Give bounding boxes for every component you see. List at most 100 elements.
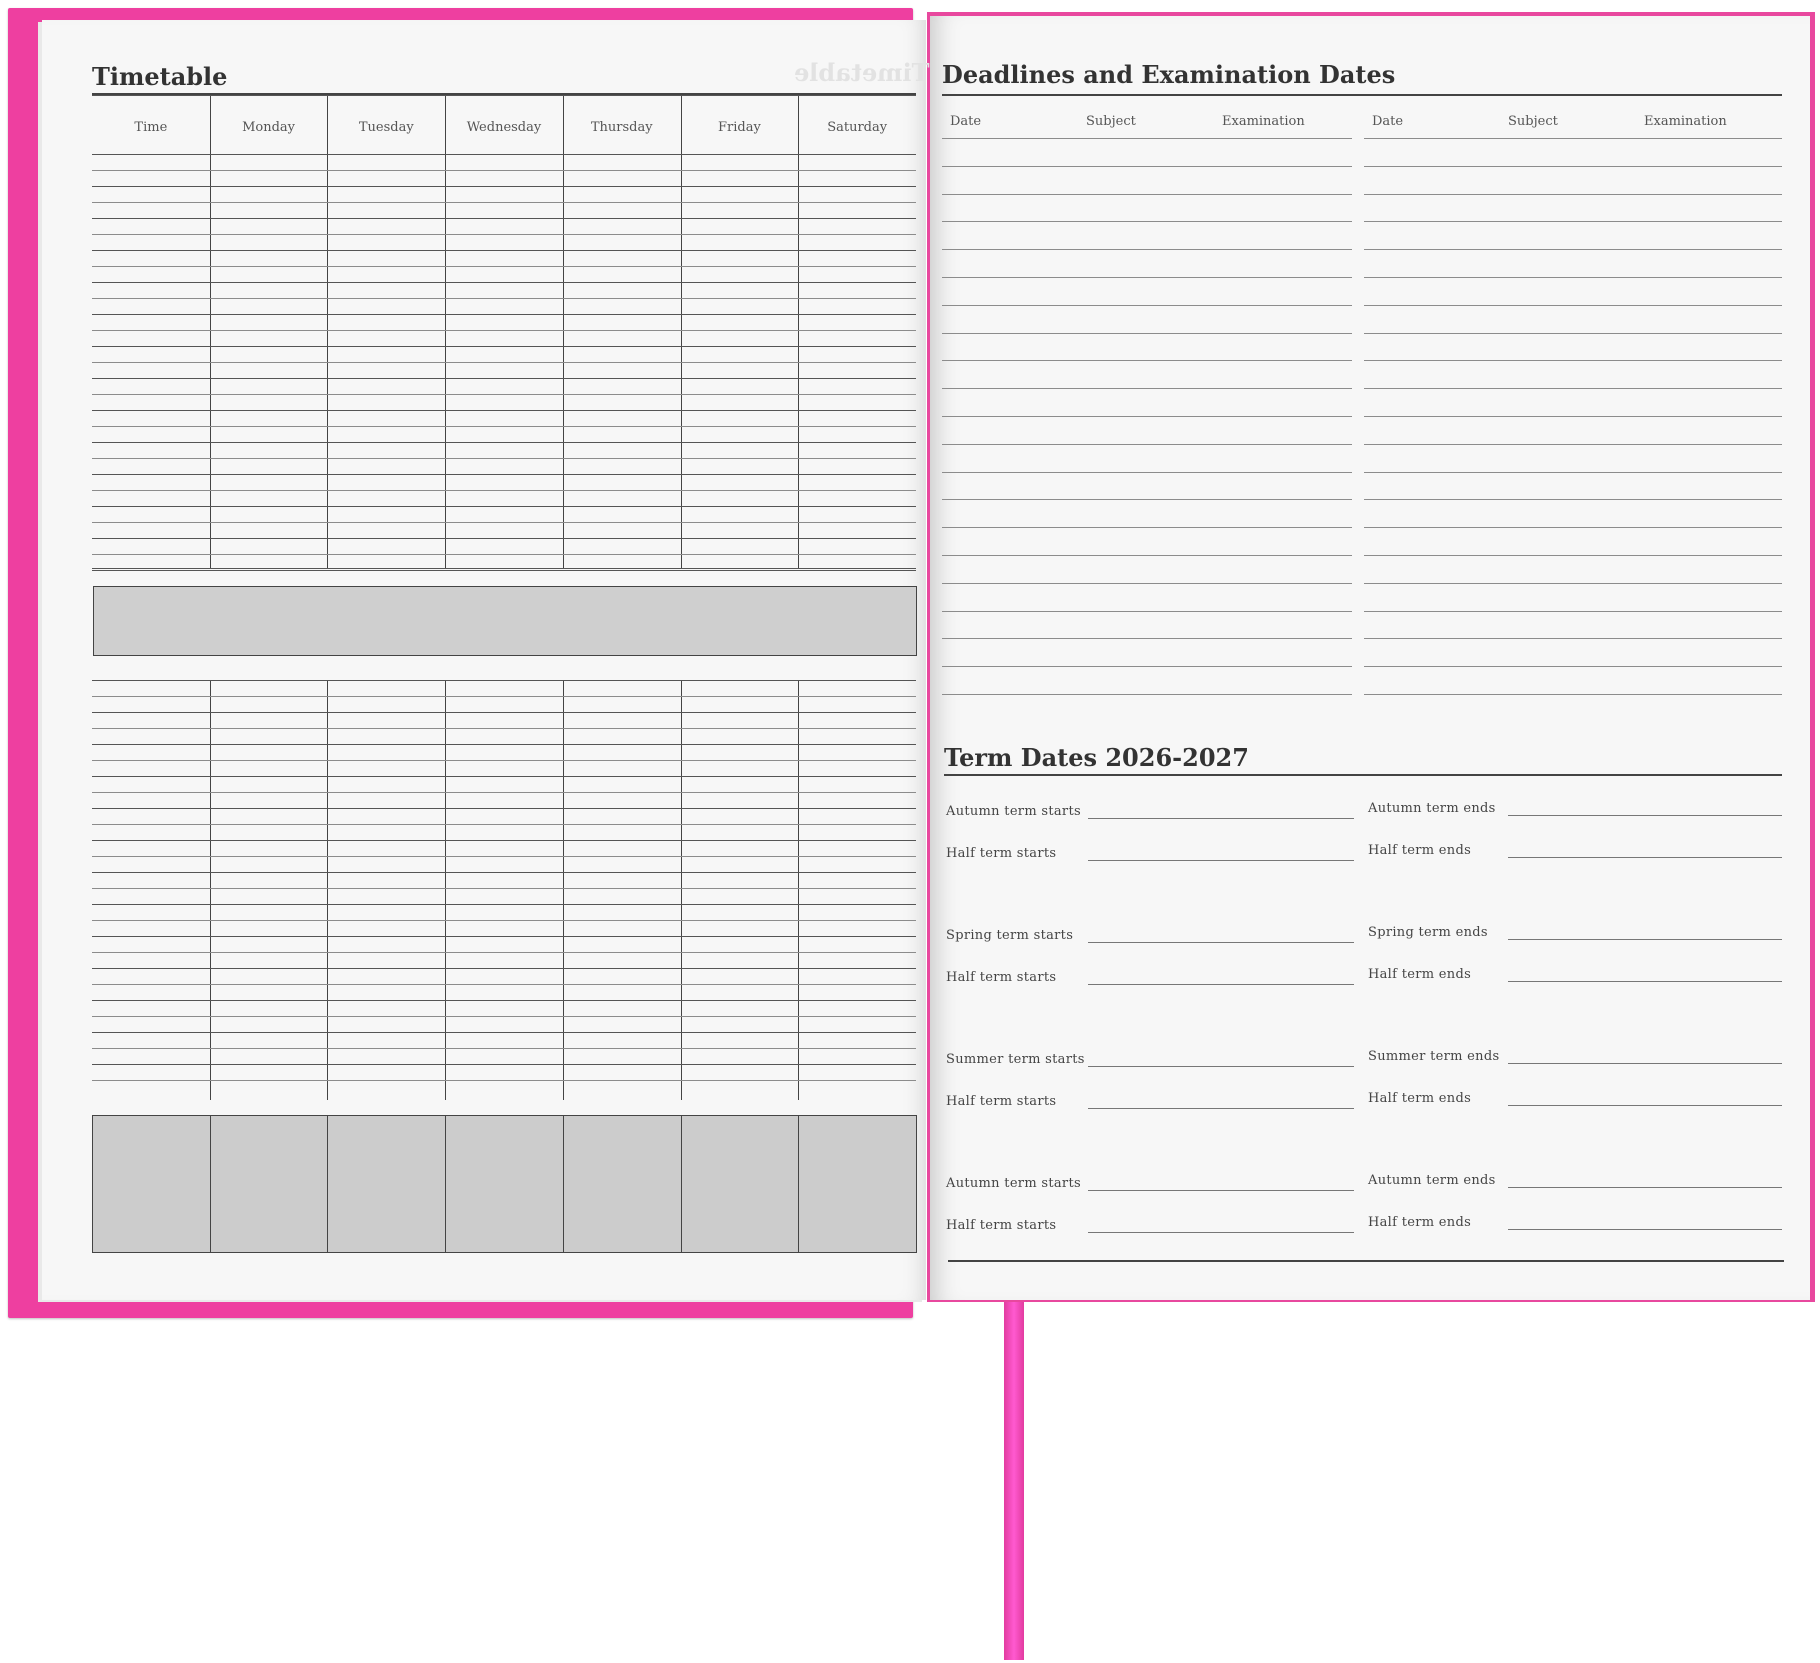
deadline-ruled-line: [942, 555, 1352, 556]
deadline-column-header: Subject: [1086, 114, 1136, 129]
deadline-ruled-line: [942, 666, 1352, 667]
deadline-ruled-line: [1364, 221, 1782, 222]
term-start-line: [1088, 1108, 1354, 1109]
term-start-label: Half term starts: [946, 1094, 1057, 1109]
deadline-ruled-line: [1364, 138, 1782, 139]
deadline-ruled-line: [942, 138, 1352, 139]
term-start-line: [1088, 1232, 1354, 1233]
term-end-label: Half term ends: [1368, 843, 1472, 858]
term-start-label: Summer term starts: [946, 1052, 1085, 1067]
timetable-row-line: [92, 154, 916, 155]
term-end-label: Summer term ends: [1368, 1049, 1500, 1064]
timetable-row-subline: [92, 202, 916, 203]
timetable-row-subline: [92, 426, 916, 427]
timetable-column-header: Tuesday: [358, 120, 414, 135]
timetable-row-subline: [92, 824, 916, 825]
timetable-row-line: [92, 840, 916, 841]
timetable-column-header: Time: [134, 120, 168, 135]
timetable-row-subline: [92, 888, 916, 889]
timetable-row-line: [92, 346, 916, 347]
term-dates-bottom-rule: [948, 1260, 1784, 1262]
deadline-ruled-line: [942, 527, 1352, 528]
timetable-column-divider: [562, 680, 564, 1100]
deadline-ruled-line: [1364, 277, 1782, 278]
timetable-row-subline: [92, 1080, 916, 1081]
term-end-line: [1508, 1229, 1782, 1230]
timetable-row-line: [92, 1064, 916, 1065]
deadline-ruled-line: [942, 388, 1352, 389]
term-end-line: [1508, 981, 1782, 982]
timetable-row-line: [92, 378, 916, 379]
term-end-line: [1508, 815, 1782, 816]
deadline-ruled-line: [942, 360, 1352, 361]
deadline-ruled-line: [1364, 416, 1782, 417]
term-dates-title-rule: [944, 774, 1782, 776]
deadlines-title: Deadlines and Examination Dates: [942, 60, 1396, 89]
deadline-ruled-line: [1364, 583, 1782, 584]
term-start-label: Autumn term starts: [946, 804, 1081, 819]
timetable-row-subline: [92, 728, 916, 729]
deadline-column-header: Examination: [1222, 114, 1305, 129]
deadline-ruled-line: [942, 333, 1352, 334]
term-end-label: Half term ends: [1368, 1215, 1472, 1230]
timetable-row-line: [92, 218, 916, 219]
deadline-ruled-line: [942, 416, 1352, 417]
timetable-row-subline: [92, 920, 916, 921]
deadline-ruled-line: [942, 499, 1352, 500]
deadlines-title-rule: [942, 94, 1782, 96]
timetable-row-subline: [92, 298, 916, 299]
deadline-ruled-line: [942, 166, 1352, 167]
deadline-ruled-line: [942, 638, 1352, 639]
timetable-row-subline: [92, 696, 916, 697]
timetable-row-subline: [92, 330, 916, 331]
term-end-label: Spring term ends: [1368, 925, 1488, 940]
deadline-column-header: Subject: [1508, 114, 1558, 129]
timetable-column-divider: [209, 680, 211, 1100]
timetable-shaded-cell: [680, 1115, 800, 1253]
term-end-label: Autumn term ends: [1368, 801, 1496, 816]
timetable-column-header: Thursday: [590, 120, 653, 135]
deadline-ruled-line: [1364, 194, 1782, 195]
timetable-shaded-cell: [798, 1115, 917, 1253]
left-page: Timetable Timetable Time Monday Tuesday Wed…: [42, 20, 929, 1300]
term-start-line: [1088, 1066, 1354, 1067]
term-dates-title: Term Dates 2026-2027: [944, 743, 1249, 772]
timetable-row-line: [92, 250, 916, 251]
deadline-ruled-line: [942, 305, 1352, 306]
timetable-row-subline: [92, 984, 916, 985]
deadline-ruled-line: [942, 249, 1352, 250]
timetable-row-line: [92, 1000, 916, 1001]
deadline-ruled-line: [1364, 694, 1782, 695]
timetable-column-header: Wednesday: [466, 120, 542, 135]
term-end-line: [1508, 1187, 1782, 1188]
deadline-ruled-line: [942, 611, 1352, 612]
term-end-label: Autumn term ends: [1368, 1173, 1496, 1188]
deadline-ruled-line: [1364, 472, 1782, 473]
deadline-ruled-line: [1364, 388, 1782, 389]
term-start-line: [1088, 1190, 1354, 1191]
term-end-label: Half term ends: [1368, 967, 1472, 982]
timetable-shaded-band: [93, 586, 917, 656]
deadline-ruled-line: [942, 221, 1352, 222]
timetable-row-line: [92, 936, 916, 937]
timetable-column-divider: [798, 95, 800, 568]
bookmark-ribbon: [1004, 1302, 1024, 1660]
deadline-column-header: Date: [950, 114, 982, 129]
timetable-row-subline: [92, 394, 916, 395]
timetable-row-line: [92, 95, 916, 96]
timetable-shaded-cell: [562, 1115, 682, 1253]
timetable-row-line: [92, 968, 916, 969]
timetable-row-line: [92, 1032, 916, 1033]
timetable-row-subline: [92, 792, 916, 793]
timetable-shaded-cell: [327, 1115, 447, 1253]
timetable-column-header: Friday: [718, 120, 761, 135]
deadline-column-header: Date: [1372, 114, 1404, 129]
timetable-column-divider: [209, 95, 211, 568]
term-end-label: Half term ends: [1368, 1091, 1472, 1106]
term-start-label: Spring term starts: [946, 928, 1074, 943]
timetable-row-subline: [92, 490, 916, 491]
timetable-row-subline: [92, 554, 916, 555]
timetable-column-header: Monday: [242, 120, 296, 135]
timetable-column-divider: [445, 95, 447, 568]
timetable-column-divider: [327, 95, 329, 568]
